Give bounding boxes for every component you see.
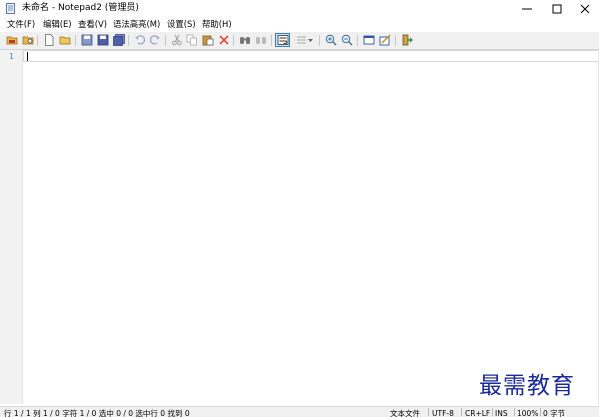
close-icon xyxy=(580,4,590,13)
toolbar-separator xyxy=(319,35,320,46)
toolbar-separator xyxy=(75,35,76,46)
zoom-in-icon[interactable] xyxy=(325,34,337,46)
bookmark-icon[interactable] xyxy=(296,34,314,46)
watermark-text: 最需教育 xyxy=(479,373,575,399)
menu-settings[interactable]: 设置(S) xyxy=(167,19,196,30)
editor-text-area[interactable] xyxy=(23,50,599,62)
close-button[interactable] xyxy=(571,0,599,17)
find-icon[interactable] xyxy=(239,34,251,46)
menu-bar: 文件(F) 编辑(E) 查看(V) 语法高亮(M) 设置(S) 帮助(H) xyxy=(0,17,599,32)
word-wrap-icon[interactable] xyxy=(277,34,289,46)
toolbar-separator xyxy=(357,35,358,46)
status-bar: 行 1 / 1 列 1 / 0 字符 1 / 0 选中 0 / 0 选中行 0 … xyxy=(0,406,599,417)
status-divider xyxy=(514,408,515,416)
toolbar-separator xyxy=(37,35,38,46)
maximize-icon xyxy=(552,4,562,13)
text-caret xyxy=(27,52,28,61)
minimize-icon xyxy=(522,8,532,9)
save-copy-icon[interactable] xyxy=(113,34,125,46)
status-divider xyxy=(540,408,541,416)
window-title: 未命名 - Notepad2 (管理员) xyxy=(22,3,139,13)
status-divider xyxy=(428,408,429,416)
menu-help[interactable]: 帮助(H) xyxy=(202,19,232,30)
customize-schemes-icon[interactable] xyxy=(379,34,391,46)
menu-syntax[interactable]: 语法高亮(M) xyxy=(113,19,160,30)
redo-icon[interactable] xyxy=(149,34,161,46)
cut-icon[interactable] xyxy=(171,34,183,46)
toolbar-separator xyxy=(395,35,396,46)
status-divider xyxy=(461,408,462,416)
browse-icon[interactable] xyxy=(22,34,34,46)
toolbar-separator xyxy=(233,35,234,46)
save-icon[interactable] xyxy=(81,34,93,46)
toolbar-separator xyxy=(165,35,166,46)
notepad-icon xyxy=(5,3,16,14)
status-divider xyxy=(492,408,493,416)
open-folder-icon[interactable] xyxy=(6,34,18,46)
menu-edit[interactable]: 编辑(E) xyxy=(43,19,72,30)
line-number-gutter: 1 xyxy=(0,50,23,404)
undo-icon[interactable] xyxy=(134,34,146,46)
scheme-icon[interactable] xyxy=(363,34,375,46)
replace-icon[interactable] xyxy=(255,34,267,46)
line-number: 1 xyxy=(9,52,14,61)
toolbar-separator xyxy=(128,35,129,46)
delete-icon[interactable] xyxy=(218,34,230,46)
menu-view[interactable]: 查看(V) xyxy=(78,19,107,30)
menu-file[interactable]: 文件(F) xyxy=(7,19,35,30)
exit-icon[interactable] xyxy=(401,34,413,46)
minimize-button[interactable] xyxy=(513,0,541,17)
copy-icon[interactable] xyxy=(186,34,198,46)
title-bar: 未命名 - Notepad2 (管理员) xyxy=(0,0,599,17)
open-file-icon[interactable] xyxy=(59,34,71,46)
save-as-icon[interactable] xyxy=(97,34,109,46)
paste-icon[interactable] xyxy=(202,34,214,46)
maximize-button[interactable] xyxy=(543,0,571,17)
new-file-icon[interactable] xyxy=(43,34,55,46)
toolbar-separator xyxy=(271,35,272,46)
zoom-out-icon[interactable] xyxy=(341,34,353,46)
toolbar xyxy=(0,32,599,50)
